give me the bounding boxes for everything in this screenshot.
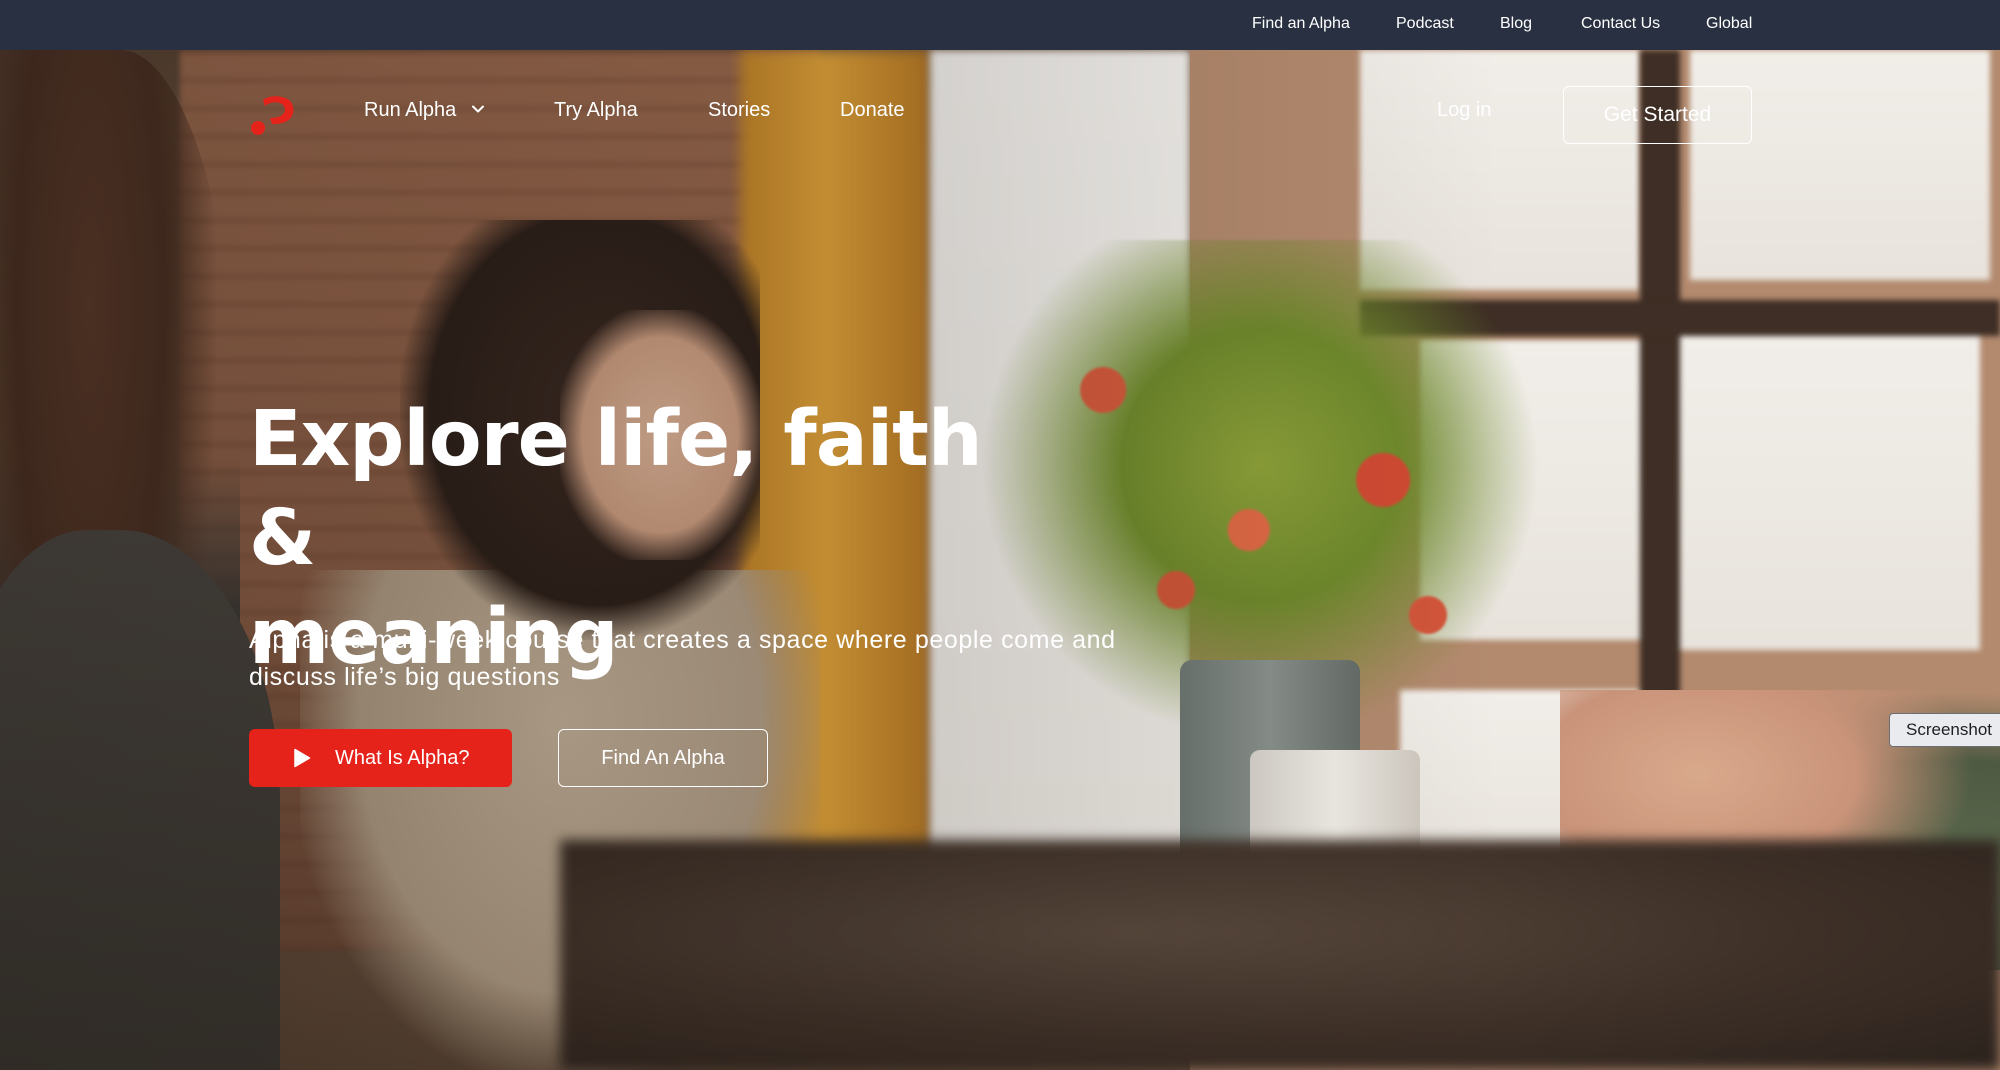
nav-run-alpha[interactable]: Run Alpha: [364, 94, 484, 126]
util-link-global[interactable]: Global: [1706, 0, 1752, 50]
hero-subtitle-line-1: Alpha is a multi-week course that create…: [249, 626, 1116, 654]
util-link-find-an-alpha[interactable]: Find an Alpha: [1252, 0, 1350, 50]
what-is-alpha-button[interactable]: What Is Alpha?: [249, 729, 512, 787]
screenshot-tab[interactable]: Screenshot: [1889, 713, 2000, 747]
nav-try-alpha[interactable]: Try Alpha: [554, 94, 638, 126]
nav-run-alpha-label: Run Alpha: [364, 99, 457, 121]
hero-subtitle: Alpha is a multi-week course that create…: [249, 622, 1209, 696]
util-link-podcast[interactable]: Podcast: [1396, 0, 1454, 50]
find-an-alpha-button[interactable]: Find An Alpha: [558, 729, 768, 787]
alpha-logo-icon[interactable]: [249, 94, 299, 138]
hero-subtitle-line-2: discuss life’s big questions: [249, 663, 560, 691]
get-started-button[interactable]: Get Started: [1563, 86, 1752, 144]
utility-bar: Find an Alpha Podcast Blog Contact Us Gl…: [0, 0, 2000, 50]
chevron-down-icon: [471, 105, 484, 113]
util-link-contact-us[interactable]: Contact Us: [1581, 0, 1660, 50]
play-icon: [294, 748, 311, 768]
util-link-blog[interactable]: Blog: [1500, 0, 1532, 50]
nav-stories[interactable]: Stories: [708, 94, 770, 126]
nav-donate[interactable]: Donate: [840, 94, 905, 126]
what-is-alpha-label: What Is Alpha?: [335, 747, 470, 769]
login-link[interactable]: Log in: [1437, 94, 1492, 126]
hero-title-line-1: Explore life, faith &: [249, 395, 983, 583]
